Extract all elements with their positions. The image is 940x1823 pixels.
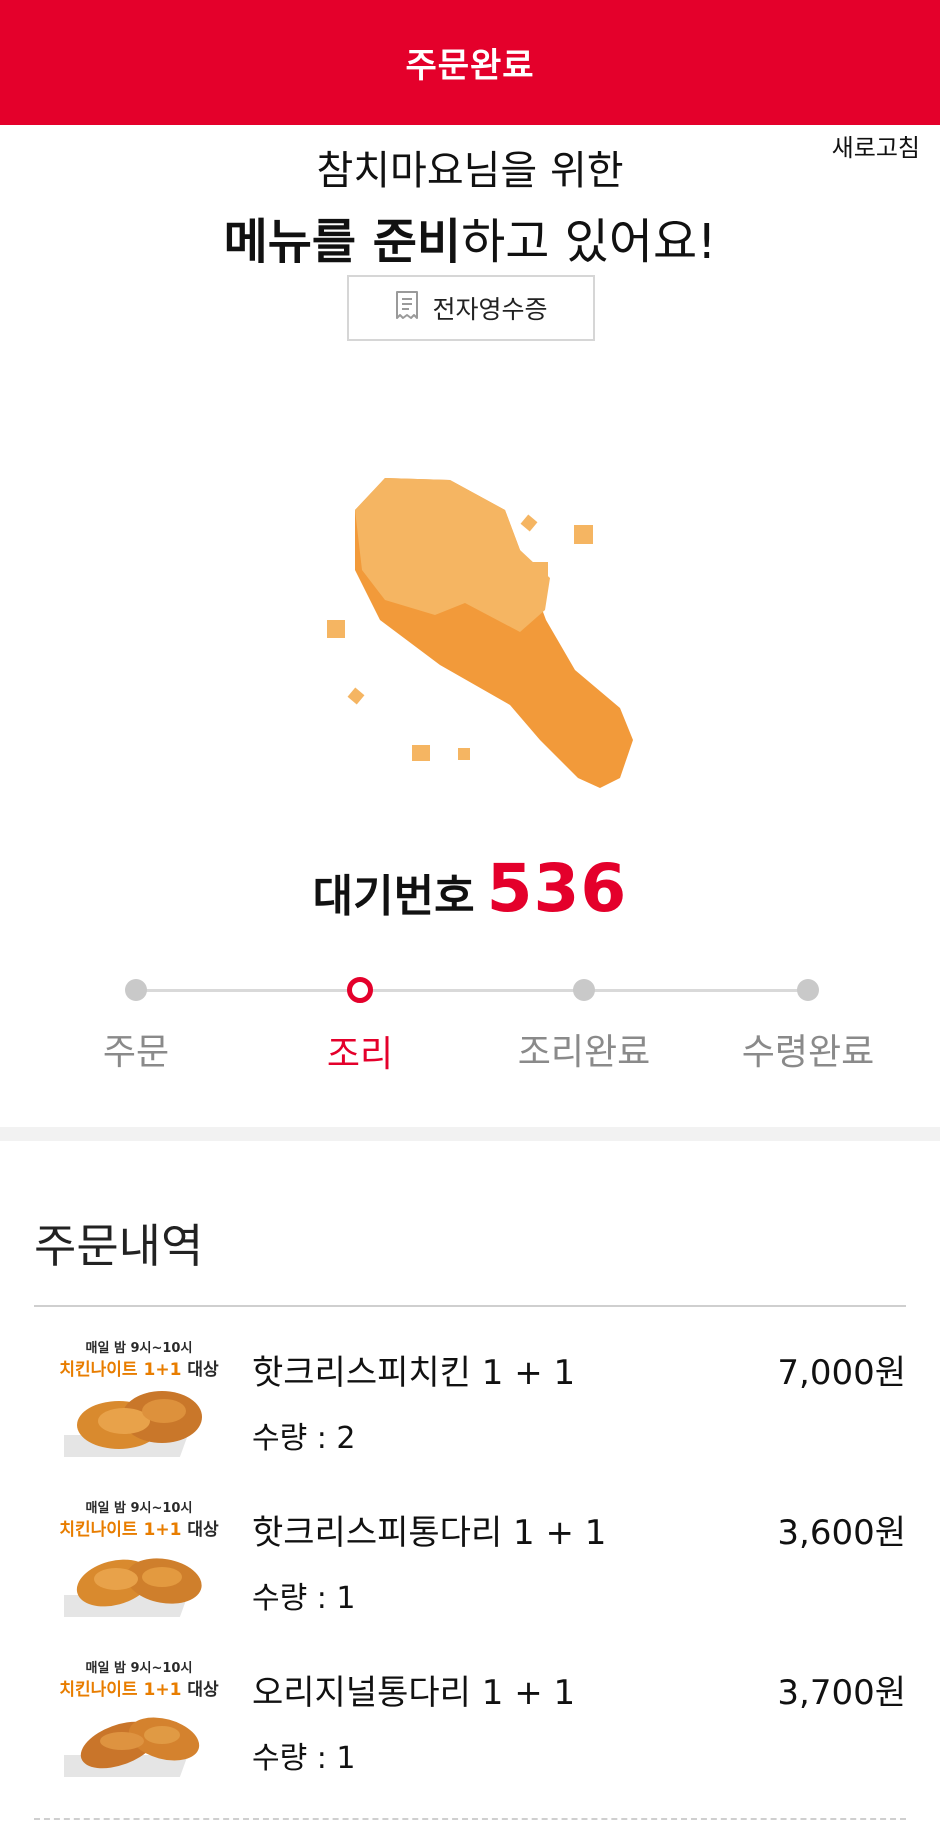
progress-step-label: 주문 (102, 1032, 170, 1073)
menu-quantity: 수량 : 2 (252, 1421, 356, 1456)
headline-greeting: 참치마요님을 위한 (316, 148, 624, 194)
menu-price: 3,600원 (777, 1513, 906, 1553)
waiting-number-label: 대기번호 (312, 871, 475, 922)
menu-name: 핫크리스피통다리 1 + 1 (252, 1513, 607, 1553)
headline-status-rest: 하고 있어요! (461, 214, 717, 270)
fried-chicken-image (64, 1391, 202, 1457)
menu-quantity: 수량 : 1 (252, 1741, 356, 1776)
progress-step-received: 수령완료 (708, 975, 908, 1075)
progress-dot (573, 979, 595, 1001)
chicken-drumstick-icon (320, 460, 650, 800)
order-item[interactable]: 매일 밤 9시~10시 치킨나이트 1+1 대상 핫크리스피통다리 1 + 1 … (34, 1495, 906, 1645)
promo-time: 매일 밤 9시~10시 (85, 1501, 193, 1516)
progress-step-order: 주문 (36, 975, 236, 1075)
order-progress: 주문 조리 조리완료 수령완료 (0, 975, 940, 1075)
progress-step-label: 조리 (326, 1034, 394, 1075)
progress-step-cooking: 조리 (260, 975, 460, 1077)
e-receipt-button[interactable]: 전자영수증 (347, 275, 595, 341)
section-line (34, 1305, 906, 1307)
menu-thumbnail: 매일 밤 9시~10시 치킨나이트 1+1 대상 (54, 1495, 254, 1625)
menu-price: 3,700원 (777, 1673, 906, 1713)
progress-step-label: 조리완료 (517, 1032, 651, 1073)
receipt-icon (394, 290, 420, 326)
progress-dot-active (347, 977, 373, 1003)
e-receipt-label: 전자영수증 (432, 295, 548, 324)
headline-status-bold: 메뉴를 준비 (223, 214, 462, 270)
order-item[interactable]: 매일 밤 9시~10시 치킨나이트 1+1 대상 오리지널통다리 1 + 1 수… (34, 1655, 906, 1805)
progress-step-label: 수령완료 (741, 1032, 875, 1073)
menu-quantity: 수량 : 1 (252, 1581, 356, 1616)
promo-time: 매일 밤 9시~10시 (85, 1661, 193, 1676)
progress-dot (125, 979, 147, 1001)
headline: 참치마요님을 위한 메뉴를 준비하고 있어요! (0, 138, 940, 272)
fried-chicken-image (64, 1558, 202, 1617)
dashed-divider (34, 1818, 906, 1820)
headline-status: 메뉴를 준비하고 있어요! (0, 202, 940, 272)
menu-name: 핫크리스피치킨 1 + 1 (252, 1353, 576, 1393)
order-item[interactable]: 매일 밤 9시~10시 치킨나이트 1+1 대상 핫크리스피치킨 1 + 1 수… (34, 1335, 906, 1485)
order-history-title: 주문내역 (34, 1219, 204, 1273)
promo-time: 매일 밤 9시~10시 (85, 1341, 193, 1356)
menu-price: 7,000원 (777, 1353, 906, 1393)
top-bar: 주문완료 (0, 0, 940, 125)
page-title: 주문완료 (405, 46, 535, 86)
waiting-number-value: 536 (486, 850, 628, 927)
section-divider (0, 1127, 940, 1141)
menu-thumbnail: 매일 밤 9시~10시 치킨나이트 1+1 대상 (54, 1655, 254, 1785)
progress-dot (797, 979, 819, 1001)
fried-chicken-image (64, 1717, 200, 1777)
waiting-number: 대기번호 536 (0, 850, 940, 927)
progress-step-cooked: 조리완료 (484, 975, 684, 1075)
menu-name: 오리지널통다리 1 + 1 (252, 1673, 576, 1713)
menu-thumbnail: 매일 밤 9시~10시 치킨나이트 1+1 대상 (54, 1335, 254, 1465)
